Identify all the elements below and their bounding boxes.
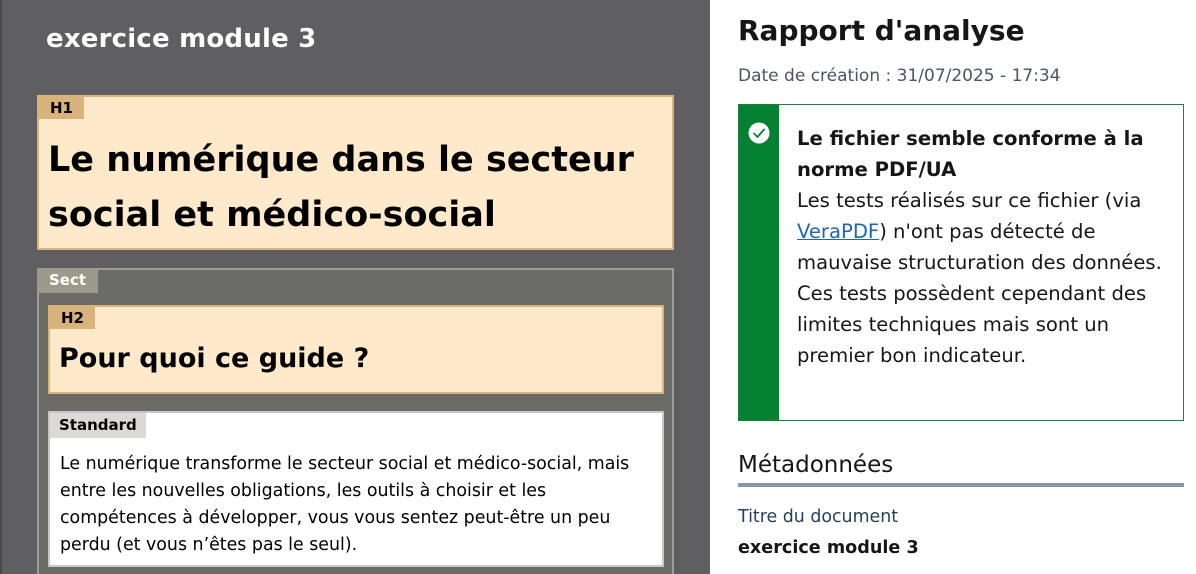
standard-block[interactable]: Standard Le numérique transforme le sect… — [48, 411, 664, 567]
h1-tag: H1 — [39, 97, 84, 119]
standard-tag: Standard — [50, 413, 146, 438]
report-title: Rapport d'analyse — [738, 14, 1025, 47]
doc-title-label: Titre du document — [738, 507, 899, 527]
verapdf-link[interactable]: VeraPDF — [797, 220, 879, 243]
panel-edge — [0, 0, 2, 574]
alert-body: Le fichier semble conforme à la norme PD… — [797, 123, 1167, 371]
document-title: exercice module 3 — [46, 24, 317, 54]
check-circle-icon — [748, 122, 770, 144]
conformity-alert: Le fichier semble conforme à la norme PD… — [738, 104, 1184, 421]
report-panel: Rapport d'analyse Date de création : 31/… — [710, 0, 1196, 574]
metadata-heading: Métadonnées — [738, 452, 894, 478]
doc-title-value: exercice module 3 — [738, 538, 919, 558]
h2-tag: H2 — [50, 307, 95, 329]
alert-text-before: Les tests réalisés sur ce fichier (via — [797, 189, 1142, 212]
alert-title: Le fichier semble conforme à la norme PD… — [797, 127, 1144, 181]
metadata-divider — [738, 483, 1184, 487]
document-structure-panel: exercice module 3 H1 Le numérique dans l… — [0, 0, 710, 574]
alert-bar — [739, 105, 779, 420]
h2-block[interactable]: H2 Pour quoi ce guide ? — [48, 305, 664, 394]
creation-date-value: 31/07/2025 - 17:34 — [896, 66, 1061, 86]
h1-text: Le numérique dans le secteur social et m… — [48, 140, 634, 235]
standard-text: Le numérique transforme le secteur socia… — [60, 454, 630, 555]
h2-text: Pour quoi ce guide ? — [59, 343, 370, 374]
creation-date-label: Date de création : — [738, 66, 897, 86]
sect-tag: Sect — [37, 268, 99, 293]
h1-block[interactable]: H1 Le numérique dans le secteur social e… — [37, 95, 674, 250]
creation-date: Date de création : 31/07/2025 - 17:34 — [738, 66, 1061, 86]
